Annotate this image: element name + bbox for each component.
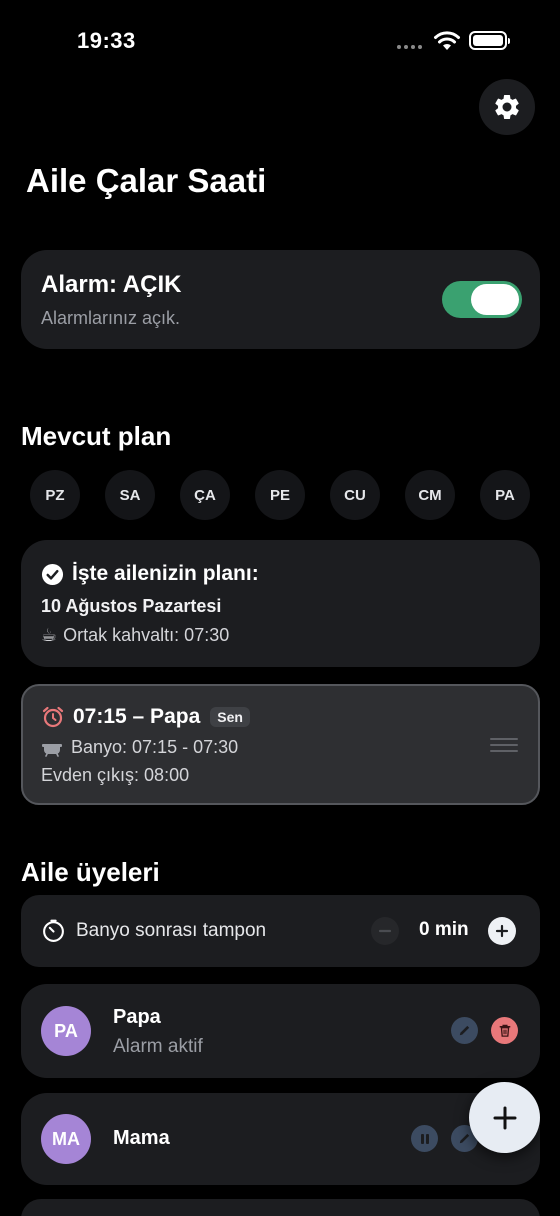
page-title: Aile Çalar Saati	[26, 162, 267, 199]
current-plan-heading: Mevcut plan	[21, 421, 172, 451]
papa-plan-card[interactable]: 07:15 – Papa Sen Banyo: 07:15 - 07:30 Ev…	[21, 684, 540, 805]
toggle-knob	[471, 284, 519, 315]
status-bar: 19:33	[0, 0, 560, 84]
coffee-icon: ☕	[41, 625, 58, 645]
add-member-button[interactable]	[469, 1082, 540, 1153]
buffer-value: 0 min	[419, 919, 469, 940]
member-name: Papa	[113, 1006, 161, 1028]
member-card-mama[interactable]: MA Mama	[21, 1093, 540, 1185]
alarm-card: Alarm: AÇIK Alarmlarınız açık.	[21, 250, 540, 349]
plan-date: 10 Ağustos Pazartesi	[41, 596, 222, 616]
check-circle-icon	[41, 563, 64, 585]
day-chip-pa[interactable]: PA	[480, 470, 530, 520]
plus-icon	[493, 1106, 516, 1129]
member-card-papa[interactable]: PA Papa Alarm aktif	[21, 984, 540, 1078]
breakfast-text: Ortak kahvaltı: 07:30	[63, 625, 230, 645]
alarm-clock-icon	[42, 706, 64, 728]
day-chip-cm[interactable]: CM	[405, 470, 455, 520]
day-chip-pe[interactable]: PE	[255, 470, 305, 520]
battery-icon	[469, 31, 510, 50]
avatar: PA	[41, 1006, 91, 1056]
alarm-toggle[interactable]	[442, 281, 522, 318]
papa-plan-heading: 07:15 – Papa Sen	[41, 705, 250, 729]
day-chip-pz[interactable]: PZ	[30, 470, 80, 520]
alarm-status-subtitle: Alarmlarınız açık.	[41, 308, 181, 328]
day-chip-ca[interactable]: ÇA	[180, 470, 230, 520]
pause-icon	[420, 1133, 429, 1144]
day-chip-cu[interactable]: CU	[330, 470, 380, 520]
bath-buffer-label: Banyo sonrası tampon	[41, 918, 266, 943]
settings-button[interactable]	[479, 79, 535, 135]
delete-member-button[interactable]	[491, 1017, 518, 1044]
trash-icon	[499, 1024, 510, 1037]
bath-buffer-text: Banyo sonrası tampon	[76, 919, 267, 941]
papa-bath-time: Banyo: 07:15 - 07:30	[41, 737, 238, 758]
edit-member-button[interactable]	[451, 1017, 478, 1044]
papa-leave-time: Evden çıkış: 08:00	[41, 765, 190, 785]
status-time: 19:33	[77, 28, 136, 53]
bathtub-icon	[42, 743, 62, 757]
increase-buffer-button[interactable]	[488, 917, 516, 945]
member-name: Mama	[113, 1127, 170, 1149]
wifi-icon	[434, 31, 460, 50]
avatar: MA	[41, 1114, 91, 1164]
member-status: Alarm aktif	[113, 1036, 203, 1057]
plan-heading: İşte ailenizin planı:	[41, 562, 259, 586]
minus-icon	[378, 929, 392, 933]
family-plan-card: İşte ailenizin planı: 10 Ağustos Pazarte…	[21, 540, 540, 667]
pause-member-button[interactable]	[411, 1125, 438, 1152]
you-badge: Sen	[210, 707, 250, 727]
alarm-status-title: Alarm: AÇIK	[41, 271, 182, 298]
pencil-icon	[459, 1133, 470, 1144]
bath-buffer-card: Banyo sonrası tampon 0 min	[21, 895, 540, 967]
cellular-signal-icon	[397, 45, 422, 49]
member-card-partial[interactable]	[21, 1199, 540, 1216]
day-chip-sa[interactable]: SA	[105, 470, 155, 520]
timer-icon	[43, 919, 64, 942]
plus-icon	[495, 924, 509, 938]
pencil-icon	[459, 1025, 470, 1036]
drag-handle-icon[interactable]	[490, 738, 518, 752]
papa-bath-text: Banyo: 07:15 - 07:30	[71, 737, 239, 757]
plan-heading-text: İşte ailenizin planı:	[72, 562, 259, 585]
family-members-heading: Aile üyeleri	[21, 857, 160, 887]
plan-breakfast: ☕ Ortak kahvaltı: 07:30	[41, 625, 229, 646]
day-selector: PZ SA ÇA PE CU CM PA	[30, 470, 530, 520]
decrease-buffer-button[interactable]	[371, 917, 399, 945]
papa-plan-title: 07:15 – Papa	[73, 705, 201, 728]
gear-icon	[495, 94, 519, 119]
